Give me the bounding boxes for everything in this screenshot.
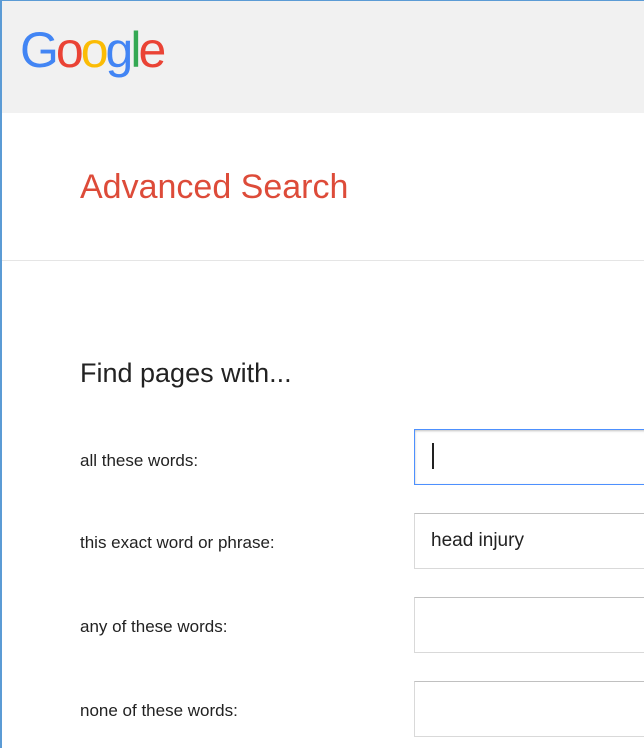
browser-viewport: Google Advanced Search Find pages with..… bbox=[0, 0, 644, 748]
all-words-input[interactable] bbox=[414, 429, 644, 485]
any-words-input[interactable] bbox=[414, 597, 644, 653]
none-words-label: none of these words: bbox=[80, 701, 238, 720]
logo-letter: G bbox=[20, 22, 59, 78]
title-section: Advanced Search bbox=[2, 113, 644, 261]
any-words-label: any of these words: bbox=[80, 617, 228, 636]
text-cursor bbox=[432, 443, 434, 469]
logo-letter: l bbox=[130, 22, 141, 78]
header-bar: Google bbox=[2, 1, 644, 113]
exact-phrase-input[interactable] bbox=[414, 513, 644, 569]
page-title: Advanced Search bbox=[80, 168, 349, 206]
logo-letter: e bbox=[138, 22, 166, 78]
logo-letter: o bbox=[80, 22, 109, 78]
exact-phrase-label: this exact word or phrase: bbox=[80, 533, 275, 552]
logo-letter: o bbox=[55, 22, 84, 78]
all-words-label: all these words: bbox=[80, 451, 199, 470]
google-logo[interactable]: Google bbox=[20, 15, 166, 85]
find-pages-heading: Find pages with... bbox=[80, 358, 292, 388]
logo-letter: g bbox=[105, 22, 134, 78]
none-words-input[interactable] bbox=[414, 681, 644, 737]
